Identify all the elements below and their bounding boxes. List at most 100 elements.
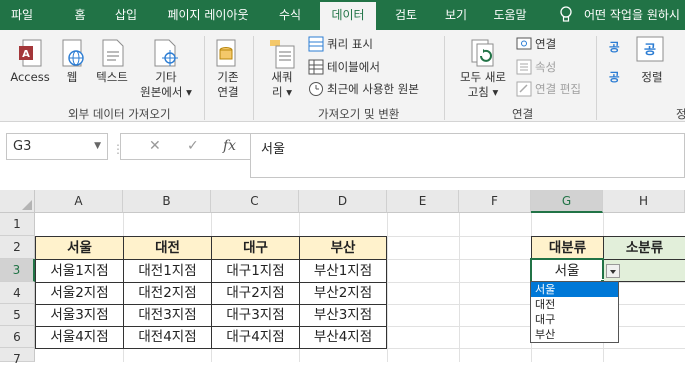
group-label-connections: 연결 [512,107,534,121]
dropdown-option[interactable]: 서울 [531,282,618,297]
tab-home[interactable]: 홈 [60,0,100,30]
table-cell[interactable]: 대구2지점 [211,282,300,305]
major-category-header[interactable]: 대분류 [531,236,604,260]
table-cell[interactable]: 대구1지점 [211,259,300,283]
validation-dropdown-list: 서울 대전 대구 부산 [530,281,619,343]
existing-connections-label-2: 연결 [217,85,239,99]
properties-icon [516,59,532,78]
tab-review[interactable]: 검토 [386,0,426,30]
edit-links-button[interactable]: 연결 편집 [535,80,581,98]
tab-file[interactable]: 파일 [2,0,42,30]
table-cell[interactable]: 부산4지점 [299,326,387,349]
sort-descending-button[interactable]: 공 [609,68,620,86]
table-cell[interactable]: 서울3지점 [35,304,124,327]
existing-connections-button[interactable]: 기존 연결 [208,70,248,100]
other-sources-icon [152,38,180,71]
insert-function-icon[interactable]: fx [223,138,236,154]
name-box[interactable]: G3 ▼ [6,133,108,160]
column-header-h[interactable]: H [603,190,685,213]
new-query-button[interactable]: 새쿼 리 ▾ [262,70,302,100]
column-header-g[interactable]: G [531,190,603,213]
row-header-3[interactable]: 3 [0,259,35,282]
dropdown-option[interactable]: 대전 [531,297,618,312]
svg-text:공: 공 [644,43,656,58]
minor-category-header[interactable]: 소분류 [603,236,685,260]
table-cell[interactable]: 부산3지점 [299,304,387,327]
chevron-down-icon[interactable]: ▼ [94,134,101,159]
tab-insert[interactable]: 삽입 [104,0,148,30]
sort-icon: 공 [636,36,664,65]
tab-formulas[interactable]: 수식 [270,0,310,30]
recent-sources-button[interactable]: 최근에 사용한 원본 [327,80,419,98]
column-header-c[interactable]: C [211,190,299,213]
table-header-cell[interactable]: 대구 [211,236,300,260]
dropdown-arrow-button[interactable] [606,264,620,278]
refresh-all-label-2: 고침 ▾ [467,85,499,99]
tell-me-search[interactable]: 어떤 작업을 원하시 [584,0,685,30]
text-file-icon [100,38,126,71]
web-button[interactable]: 웹 [58,70,86,85]
column-header-e[interactable]: E [387,190,459,213]
from-table-icon [308,59,324,78]
web-icon [60,38,86,71]
table-cell[interactable]: 대전3지점 [123,304,212,327]
from-table-button[interactable]: 테이블에서 [327,58,380,76]
new-query-label-2: 리 ▾ [271,85,292,99]
enter-icon[interactable]: ✓ [187,138,199,154]
row-header-7[interactable]: 7 [0,348,35,366]
text-button[interactable]: 텍스트 [90,70,134,85]
table-header-cell[interactable]: 대전 [123,236,212,260]
table-header-cell[interactable]: 부산 [299,236,387,260]
table-header-cell[interactable]: 서울 [35,236,124,260]
properties-button[interactable]: 속성 [535,58,556,76]
dropdown-option[interactable]: 대구 [531,312,618,327]
worksheet-grid: A B C D E F G H 1 2 3 4 5 6 7 서울 대전 대구 부… [0,190,685,366]
access-icon: A [18,38,44,71]
row-header-6[interactable]: 6 [0,326,35,348]
column-header-d[interactable]: D [299,190,387,213]
tab-view[interactable]: 보기 [436,0,476,30]
ribbon-data: A Access 웹 텍스트 기타 원본에서 ▾ 기존 연결 외부 데이터 가져… [0,30,685,122]
column-header-f[interactable]: F [459,190,531,213]
table-cell[interactable]: 서울2지점 [35,282,124,305]
select-all-corner[interactable] [0,190,35,213]
table-cell[interactable]: 대전1지점 [123,259,212,283]
formula-buttons: ✕ ✓ fx [120,133,250,160]
formula-bar: G3 ▼ ⋮ ✕ ✓ fx 서울 [0,122,685,178]
existing-connections-icon [214,38,240,71]
table-cell[interactable]: 대전2지점 [123,282,212,305]
active-cell-g3[interactable]: 서울 [530,258,604,283]
tab-help[interactable]: 도움말 [482,0,538,30]
cancel-icon[interactable]: ✕ [149,138,161,154]
connections-button[interactable]: 연결 [535,35,556,53]
tab-page-layout[interactable]: 페이지 레이아웃 [158,0,258,30]
row-header-2[interactable]: 2 [0,236,35,259]
table-cell[interactable]: 대전4지점 [123,326,212,349]
sort-button[interactable]: 정렬 [632,70,672,85]
row-header-4[interactable]: 4 [0,282,35,304]
dropdown-option[interactable]: 부산 [531,327,618,342]
row-header-5[interactable]: 5 [0,304,35,326]
lightbulb-icon [556,0,576,30]
table-cell[interactable]: 부산1지점 [299,259,387,283]
tab-data[interactable]: 데이터 [320,2,376,30]
group-label-get-transform: 가져오기 및 변환 [318,107,400,121]
sort-ascending-button[interactable]: 공 [609,38,620,56]
show-queries-icon [308,36,324,55]
table-cell[interactable]: 서울1지점 [35,259,124,283]
other-sources-label-1: 기타 [155,70,177,84]
table-cell[interactable]: 대구3지점 [211,304,300,327]
column-header-a[interactable]: A [35,190,123,213]
table-cell[interactable]: 부산2지점 [299,282,387,305]
ribbon-tab-bar: 파일 홈 삽입 페이지 레이아웃 수식 데이터 검토 보기 도움말 어떤 작업을… [0,0,685,30]
column-header-b[interactable]: B [123,190,211,213]
formula-input[interactable]: 서울 [250,133,685,178]
other-sources-button[interactable]: 기타 원본에서 ▾ [132,70,200,100]
show-queries-button[interactable]: 쿼리 표시 [327,35,373,53]
table-cell[interactable]: 서울4지점 [35,326,124,349]
row-header-1[interactable]: 1 [0,213,35,236]
refresh-all-button[interactable]: 모두 새로 고침 ▾ [454,70,512,100]
table-cell[interactable]: 대구4지점 [211,326,300,349]
access-button[interactable]: Access [4,70,56,85]
name-box-value: G3 [13,139,32,154]
